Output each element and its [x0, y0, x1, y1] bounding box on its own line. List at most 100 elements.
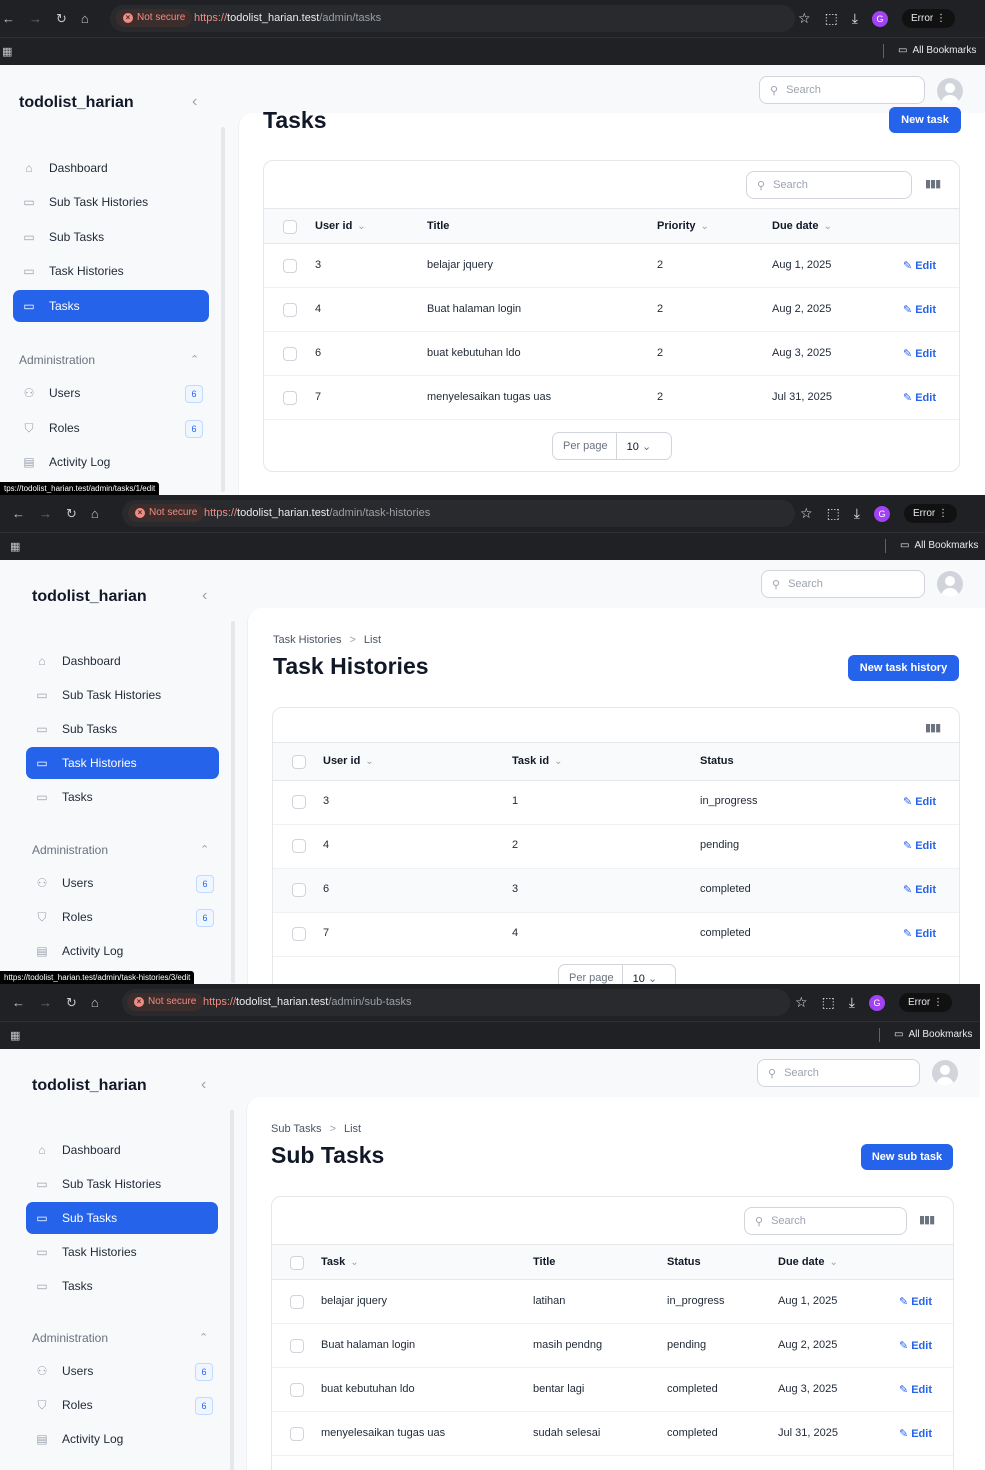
global-search-input[interactable]: ⚲ Search [757, 1059, 920, 1087]
extensions-icon[interactable]: ⬚ [827, 505, 840, 522]
sidebar-item-activity-log[interactable]: ▤ Activity Log [26, 935, 219, 967]
profile-avatar[interactable]: G [872, 10, 888, 27]
user-avatar[interactable] [937, 78, 963, 104]
sidebar-item-users[interactable]: ⚇ Users [26, 1355, 218, 1387]
table-row[interactable]: 3 1 in_progress ✎ Edit [273, 781, 959, 825]
edit-link[interactable]: ✎ Edit [903, 347, 936, 360]
column-header-task[interactable]: Task ⌄ [321, 1256, 359, 1268]
apps-grid-icon[interactable]: ▦ [10, 540, 20, 553]
url-text[interactable]: https://todolist_harian.test/admin/tasks [194, 0, 381, 37]
select-all-checkbox[interactable] [292, 755, 306, 769]
extensions-icon[interactable]: ⬚ [825, 10, 838, 27]
sidebar-item-users[interactable]: ⚇ Users [13, 377, 209, 409]
table-row[interactable]: 6 3 completed ✎ Edit [273, 869, 959, 913]
user-avatar[interactable] [937, 571, 963, 597]
user-avatar[interactable] [932, 1060, 958, 1086]
table-row[interactable]: Buat halaman login masih pendng pending … [272, 1324, 953, 1368]
sidebar-item-tasks[interactable]: ▭ Tasks [26, 781, 219, 813]
forward-icon[interactable]: → [39, 506, 52, 521]
new-task-button[interactable]: New task [889, 107, 961, 133]
back-icon[interactable]: ← [12, 995, 25, 1010]
reload-icon[interactable]: ↻ [56, 11, 67, 27]
table-row[interactable]: 4 2 pending ✎ Edit [273, 825, 959, 869]
row-checkbox[interactable] [290, 1339, 304, 1353]
download-icon[interactable]: ⤓ [849, 994, 855, 1011]
row-checkbox[interactable] [292, 839, 306, 853]
row-checkbox[interactable] [290, 1383, 304, 1397]
brand-name[interactable]: todolist_harian [32, 588, 147, 606]
sidebar-scrollbar[interactable] [230, 1110, 234, 1470]
sidebar-item-activity-log[interactable]: ▤ Activity Log [26, 1423, 218, 1455]
row-checkbox[interactable] [283, 303, 297, 317]
columns-toggle-icon[interactable]: ▮▮▮ [925, 721, 941, 734]
column-header-user-id[interactable]: User id ⌄ [323, 755, 374, 767]
reload-icon[interactable]: ↻ [66, 506, 77, 522]
chevron-up-icon[interactable]: ⌃ [200, 843, 209, 856]
all-bookmarks[interactable]: ▭ All Bookmarks [900, 540, 978, 551]
new-sub-task-button[interactable]: New sub task [861, 1144, 953, 1170]
sidebar-item-sub-tasks[interactable]: ▭ Sub Tasks [13, 221, 209, 253]
edit-link[interactable]: ✎ Edit [899, 1339, 932, 1352]
home-icon[interactable]: ⌂ [91, 995, 99, 1010]
column-header-due-date[interactable]: Due date ⌄ [772, 220, 832, 232]
all-bookmarks[interactable]: ▭ All Bookmarks [898, 45, 976, 56]
edit-link[interactable]: ✎ Edit [903, 391, 936, 404]
row-checkbox[interactable] [290, 1427, 304, 1441]
global-search-input[interactable]: ⚲ Search [761, 570, 925, 598]
home-icon[interactable]: ⌂ [91, 506, 99, 521]
column-header-task-id[interactable]: Task id ⌄ [512, 755, 562, 767]
sidebar-item-sub-task-histories[interactable]: ▭ Sub Task Histories [26, 679, 219, 711]
row-checkbox[interactable] [292, 795, 306, 809]
brand-name[interactable]: todolist_harian [19, 94, 134, 112]
row-checkbox[interactable] [283, 347, 297, 361]
row-checkbox[interactable] [290, 1295, 304, 1309]
edit-link[interactable]: ✎ Edit [899, 1427, 932, 1440]
not-secure-badge[interactable]: × Not secure [127, 993, 204, 1011]
bookmark-star-icon[interactable]: ☆ [798, 10, 811, 27]
sidebar-scrollbar[interactable] [231, 621, 235, 983]
select-all-checkbox[interactable] [290, 1256, 304, 1270]
profile-avatar[interactable]: G [874, 505, 890, 522]
row-checkbox[interactable] [292, 927, 306, 941]
column-header-priority[interactable]: Priority ⌄ [657, 220, 709, 232]
new-task-history-button[interactable]: New task history [848, 655, 959, 681]
edit-link[interactable]: ✎ Edit [899, 1295, 932, 1308]
breadcrumb-link[interactable]: Sub Tasks [271, 1123, 322, 1135]
collapse-sidebar-icon[interactable]: ‹ [192, 93, 197, 111]
sidebar-item-sub-tasks[interactable]: ▭ Sub Tasks [26, 713, 219, 745]
sidebar-scrollbar[interactable] [221, 127, 225, 492]
sidebar-item-task-histories[interactable]: ▭ Task Histories [26, 747, 219, 779]
sidebar-item-tasks[interactable]: ▭ Tasks [26, 1270, 218, 1302]
select-all-checkbox[interactable] [283, 220, 297, 234]
profile-avatar[interactable]: G [869, 994, 885, 1011]
row-checkbox[interactable] [292, 883, 306, 897]
edit-link[interactable]: ✎ Edit [903, 795, 936, 808]
sidebar-item-tasks[interactable]: ▭ Tasks [13, 290, 209, 322]
sidebar-item-task-histories[interactable]: ▭ Task Histories [13, 255, 209, 287]
forward-icon[interactable]: → [29, 11, 42, 26]
download-icon[interactable]: ⤓ [854, 505, 860, 522]
bookmark-star-icon[interactable]: ☆ [795, 994, 808, 1011]
sidebar-group-administration[interactable]: Administration [32, 843, 108, 857]
bookmark-star-icon[interactable]: ☆ [800, 505, 813, 522]
back-icon[interactable]: ← [12, 506, 25, 521]
edit-link[interactable]: ✎ Edit [899, 1383, 932, 1396]
edit-link[interactable]: ✎ Edit [903, 883, 936, 896]
table-row[interactable]: 6 buat kebutuhan ldo 2 Aug 3, 2025 ✎ Edit [264, 332, 959, 376]
columns-toggle-icon[interactable]: ▮▮▮ [919, 1213, 935, 1226]
global-search-input[interactable]: ⚲ Search [759, 76, 925, 104]
extensions-icon[interactable]: ⬚ [822, 994, 835, 1011]
error-button[interactable]: Error ⋮ [902, 9, 956, 28]
not-secure-badge[interactable]: × Not secure [116, 9, 193, 27]
sidebar-item-dashboard[interactable]: ⌂ Dashboard [26, 1134, 218, 1166]
chevron-up-icon[interactable]: ⌃ [199, 1331, 208, 1344]
chevron-up-icon[interactable]: ⌃ [190, 353, 199, 366]
table-row[interactable]: 7 menyelesaikan tugas uas 2 Jul 31, 2025… [264, 376, 959, 420]
table-row[interactable]: 4 Buat halaman login 2 Aug 2, 2025 ✎ Edit [264, 288, 959, 332]
table-row[interactable]: 3 belajar jquery 2 Aug 1, 2025 ✎ Edit [264, 244, 959, 288]
per-page-select[interactable]: Per page 10 ⌄ [552, 432, 672, 460]
brand-name[interactable]: todolist_harian [32, 1077, 147, 1095]
sidebar-item-roles[interactable]: ⛉ Roles [13, 412, 209, 444]
breadcrumb-link[interactable]: Task Histories [273, 634, 341, 646]
column-header-due-date[interactable]: Due date ⌄ [778, 1256, 838, 1268]
